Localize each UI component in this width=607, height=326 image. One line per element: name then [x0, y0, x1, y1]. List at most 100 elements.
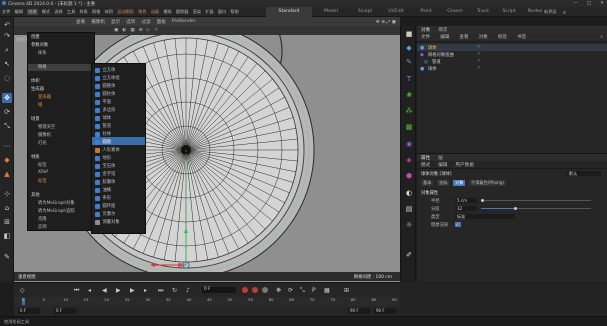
tab-model[interactable]: Model: [312, 7, 350, 17]
create-menu-item[interactable]: 变形器: [38, 94, 51, 101]
om-menu-edit[interactable]: 编辑: [440, 34, 449, 40]
pos-key-icon[interactable]: ✥: [276, 287, 281, 294]
create-menu-item[interactable]: 场景: [31, 116, 40, 123]
menu-mograph[interactable]: 运动图形: [117, 9, 134, 15]
create-menu-item[interactable]: 物理天空: [38, 124, 55, 131]
menu-simulate[interactable]: 模拟: [163, 9, 171, 15]
sound-icon[interactable]: ♪: [186, 287, 190, 294]
visibility-check-icon[interactable]: ✓: [477, 65, 481, 71]
vp-menu-cameras[interactable]: 摄像机: [91, 19, 105, 25]
scale-icon[interactable]: ⤡: [2, 121, 12, 131]
light-object-icon[interactable]: ☼: [404, 220, 414, 230]
create-menu-item[interactable]: 样条: [38, 50, 47, 57]
pla-key-icon[interactable]: ▦: [324, 287, 330, 294]
polygons-mode-icon[interactable]: ▲: [2, 169, 12, 179]
cube-object-icon[interactable]: ■: [404, 29, 414, 39]
timeline-window-icon[interactable]: ⊞: [344, 287, 349, 294]
prev-key-icon[interactable]: ◂: [88, 287, 91, 294]
layout-menu-icon[interactable]: ≡: [563, 10, 567, 15]
menu-volume[interactable]: 体积: [105, 9, 113, 15]
vp-menu-display[interactable]: 显示: [111, 19, 120, 25]
lock-icon[interactable]: ⊞: [2, 217, 12, 227]
menu-help[interactable]: 帮助: [230, 9, 238, 15]
tab-uvedit[interactable]: UVEdit: [380, 7, 412, 17]
radius-slider-knob[interactable]: [481, 199, 484, 202]
record-icon[interactable]: [242, 287, 248, 293]
submenu-item[interactable]: 人形素体: [95, 146, 120, 154]
current-frame-field[interactable]: 0 F: [202, 287, 236, 293]
create-menu-item[interactable]: 域: [38, 102, 42, 109]
display-icon[interactable]: ◐: [122, 28, 126, 33]
menu-edit[interactable]: 编辑: [15, 9, 23, 15]
tab-standard[interactable]: Standard: [266, 7, 312, 17]
create-menu-item[interactable]: 材质: [31, 154, 40, 161]
rotate-icon[interactable]: ⟳: [2, 107, 12, 117]
submenu-item[interactable]: 柱体: [95, 130, 111, 138]
scale-key-icon[interactable]: ⤡: [300, 287, 305, 295]
menu-tools[interactable]: 工具: [67, 9, 75, 15]
om-menu-file[interactable]: 文件: [421, 34, 430, 40]
edges-mode-icon[interactable]: ◆: [2, 155, 12, 165]
scene-icon[interactable]: ◐: [404, 188, 414, 198]
field-icon[interactable]: ▦: [404, 122, 414, 132]
snap-icon[interactable]: ⌂: [2, 203, 12, 213]
submenu-item[interactable]: 立方体: [95, 66, 115, 74]
visibility-check-icon[interactable]: ✓: [477, 44, 481, 50]
subtab-coord[interactable]: 坐标: [437, 180, 450, 186]
create-menu-item[interactable]: 摄像机: [38, 132, 51, 139]
create-menu-item[interactable]: 灯光: [38, 140, 47, 147]
create-menu-item[interactable]: 创建: [31, 34, 40, 41]
tab-sculpt[interactable]: Sculpt: [350, 7, 380, 17]
text-icon[interactable]: T: [404, 74, 414, 84]
volume-icon[interactable]: ◈: [404, 155, 414, 165]
points-mode-icon[interactable]: ⋯: [2, 141, 12, 151]
brush-icon[interactable]: ✐: [404, 250, 414, 260]
cube-icon[interactable]: ◆: [404, 43, 414, 53]
submenu-item[interactable]: 测量对象: [95, 218, 120, 226]
create-menu-item[interactable]: 克隆: [38, 216, 47, 223]
create-menu-item[interactable]: XRef: [38, 170, 48, 177]
type-select[interactable]: 标准: [455, 214, 515, 219]
submenu-item[interactable]: 油桶: [95, 186, 111, 194]
go-start-icon[interactable]: ⏮: [74, 287, 79, 295]
tab-objects[interactable]: 对象: [421, 27, 430, 33]
om-search-icon[interactable]: ⌕: [600, 34, 603, 40]
deformer-icon[interactable]: ◉: [404, 139, 414, 149]
camera-icon[interactable]: ▣: [114, 28, 118, 33]
tab-script[interactable]: Script: [496, 7, 522, 17]
submenu-item[interactable]: 圆环面: [95, 202, 115, 210]
vp-menu-view[interactable]: 查看: [76, 19, 85, 25]
segments-field[interactable]: 32: [455, 206, 477, 211]
vp-menu-panel[interactable]: 面板: [157, 19, 166, 25]
close-icon[interactable]: ✕: [600, 1, 604, 6]
segments-slider-knob[interactable]: [514, 207, 517, 210]
paint-icon[interactable]: ✎: [2, 252, 12, 262]
create-menu-item[interactable]: 其他: [31, 192, 40, 199]
submenu-item[interactable]: 胶囊体: [95, 178, 115, 186]
object-row[interactable]: ● 球体 ✓: [417, 65, 607, 72]
cloner-icon[interactable]: ⁂: [404, 106, 414, 116]
camera-object-icon[interactable]: ▤: [404, 204, 414, 214]
menu-tracker[interactable]: 跟踪器: [176, 9, 189, 15]
tab-groom[interactable]: Groom: [440, 7, 470, 17]
grid-icon[interactable]: ⊞: [139, 28, 143, 33]
redo-icon[interactable]: ↷: [2, 31, 12, 41]
subtab-object[interactable]: 对象: [453, 180, 466, 186]
workplane-icon[interactable]: ◧: [2, 231, 12, 241]
segments-slider[interactable]: [481, 207, 591, 210]
vp-menu-options[interactable]: 选项: [126, 19, 135, 25]
menu-select[interactable]: 选择: [54, 9, 62, 15]
effector-icon[interactable]: ⬢: [404, 171, 414, 181]
gizmo-plane[interactable]: [178, 263, 182, 267]
am-menu-mode[interactable]: 模式: [421, 162, 430, 168]
filter-icon[interactable]: ▦: [130, 28, 134, 33]
preview-end-field[interactable]: 90 F: [348, 308, 370, 314]
menu-character[interactable]: 角色: [138, 9, 146, 15]
go-end-icon[interactable]: ⏭: [158, 287, 163, 295]
loop-icon[interactable]: ↻: [172, 287, 177, 294]
submenu-item[interactable]: 宝石体: [95, 162, 115, 170]
keyframe-selection-icon[interactable]: [262, 287, 268, 293]
create-menu-item[interactable]: 标签: [38, 178, 47, 185]
menu-mode[interactable]: 模式: [42, 9, 50, 15]
tab-paint[interactable]: Paint: [412, 7, 440, 17]
